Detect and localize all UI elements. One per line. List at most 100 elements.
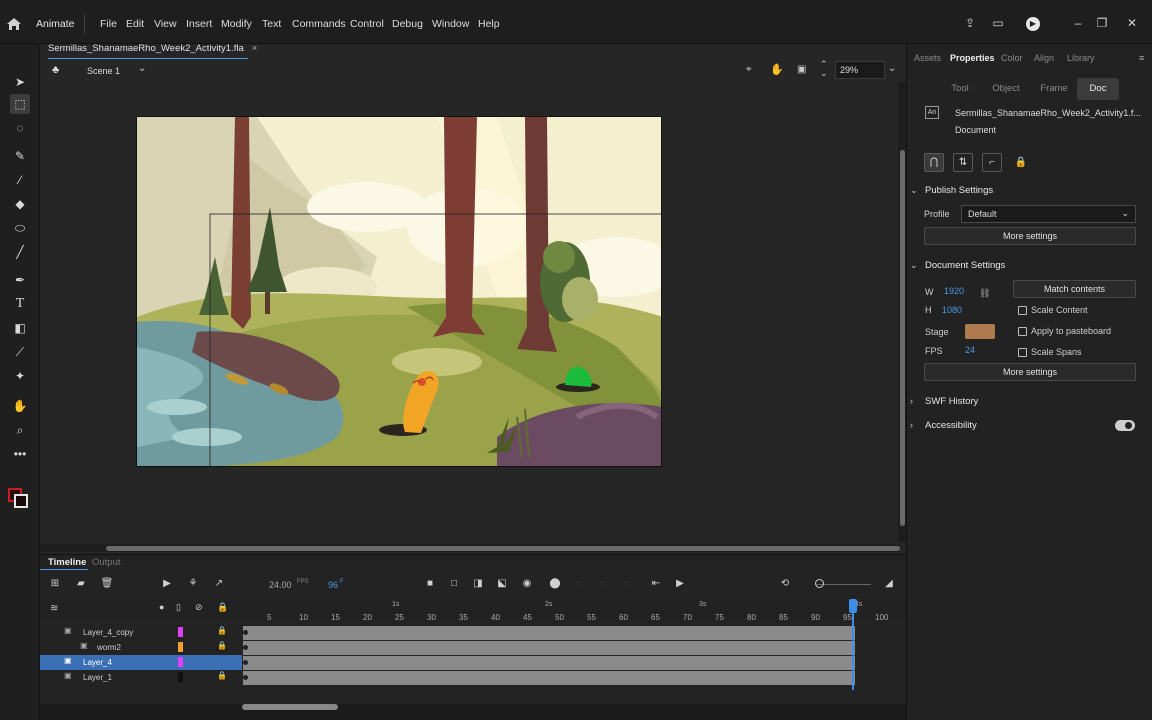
fps-field[interactable]: 24 — [965, 345, 975, 355]
visibility-icon[interactable]: ⊘ — [195, 602, 203, 613]
scale-spans-checkbox[interactable] — [1018, 348, 1027, 357]
scene-label[interactable]: Scene 1 — [87, 66, 120, 76]
subtab-doc[interactable]: Doc — [1077, 78, 1119, 100]
frame-span[interactable] — [243, 641, 855, 655]
frame-ruler[interactable]: 5 10 15 20 25 30 35 40 45 50 55 60 65 70 75 80 85 90 95 100 — [243, 611, 903, 625]
tab-align[interactable]: Align — [1034, 53, 1054, 63]
vscroll-thumb[interactable] — [900, 150, 905, 526]
subtab-object[interactable]: Object — [987, 78, 1025, 100]
new-layer-icon[interactable]: ⊞ — [48, 577, 62, 591]
lock-icon[interactable]: 🔒 — [217, 626, 227, 635]
vertical-scrollbar[interactable] — [898, 82, 906, 542]
zoom-stepper-icon[interactable]: ⌃ ⌄ — [820, 60, 828, 78]
menu-edit[interactable]: Edit — [126, 18, 144, 30]
doc-more-settings-button[interactable]: More settings — [924, 363, 1136, 381]
accessibility-header[interactable]: › Accessibility — [910, 420, 977, 431]
center-stage-icon[interactable]: ⌖ — [746, 64, 752, 75]
snap-icon[interactable]: ⋂ — [924, 153, 944, 172]
close-window-icon[interactable]: ✕ — [1124, 15, 1140, 31]
scale-content-checkbox[interactable] — [1018, 306, 1027, 315]
oval-tool-icon[interactable]: ⬭ — [10, 218, 30, 238]
insert-frame-icon[interactable]: ◨ — [471, 577, 485, 591]
test-movie-icon[interactable]: ▶ — [1026, 17, 1040, 31]
lasso-tool-icon[interactable]: ◌ — [10, 118, 30, 138]
menu-text[interactable]: Text — [262, 18, 281, 30]
width-value[interactable]: 1920 — [944, 286, 964, 296]
share-icon[interactable]: ⇪ — [962, 15, 978, 31]
paint-brush-tool-icon[interactable]: ✎ — [10, 146, 30, 166]
rotate-stage-icon[interactable]: ✋ — [770, 63, 784, 76]
publish-more-settings-button[interactable]: More settings — [924, 227, 1136, 245]
close-tab-icon[interactable]: × — [252, 43, 258, 54]
layer-row[interactable]: ▣ Layer_4 — [40, 655, 242, 670]
hand-tool-icon[interactable]: ✋ — [10, 396, 30, 416]
layer-row[interactable]: ▣ Layer_1 🔒 — [40, 670, 242, 685]
document-settings-header[interactable]: ⌄ Document Settings — [910, 260, 1005, 271]
layer-name[interactable]: Layer_4_copy — [83, 628, 133, 637]
edit-scene-icon[interactable]: ♣ — [52, 64, 59, 76]
lock-icon[interactable]: 🔒 — [217, 641, 227, 650]
profile-select[interactable]: Default ⌄ — [961, 205, 1136, 223]
frame-span[interactable] — [243, 671, 855, 685]
fps-value[interactable]: 24.00 — [269, 580, 292, 590]
tab-library[interactable]: Library — [1067, 53, 1095, 63]
menu-commands[interactable]: Commands — [292, 18, 346, 30]
onion-outline-icon[interactable]: ⬤ — [548, 577, 562, 591]
fill-color-swatch[interactable] — [14, 494, 28, 508]
hscroll-thumb[interactable] — [106, 546, 900, 551]
link-dimensions-icon[interactable]: ⛓ — [979, 288, 990, 299]
eraser-tool-icon[interactable]: ◆ — [10, 194, 30, 214]
layer-name[interactable]: worm2 — [97, 643, 121, 652]
go-to-first-icon[interactable]: ⇤ — [649, 577, 663, 591]
layer-row[interactable]: ▣ worm2 🔒 — [40, 640, 242, 655]
insert-blank-keyframe-icon[interactable]: □ — [447, 577, 461, 591]
frame-zoom-handle[interactable] — [815, 579, 824, 588]
zoom-field[interactable]: 29% — [835, 61, 885, 79]
menu-control[interactable]: Control — [350, 18, 384, 30]
chevron-down-icon[interactable]: ⌄ — [138, 63, 146, 74]
frame-span[interactable] — [243, 626, 855, 640]
new-folder-icon[interactable]: ▰ — [74, 577, 88, 591]
layer-name[interactable]: Layer_1 — [83, 673, 112, 682]
layer-row[interactable]: ▣ Layer_4_copy 🔒 — [40, 625, 242, 640]
zoom-dropdown-icon[interactable]: ⌄ — [888, 63, 896, 74]
swf-history-header[interactable]: › SWF History — [910, 396, 978, 407]
minimize-icon[interactable]: – — [1070, 15, 1086, 31]
play-icon[interactable]: ▶ — [673, 577, 687, 591]
timeline-scroll-thumb[interactable] — [242, 704, 338, 710]
onion-skin-icon[interactable]: ◉ — [520, 577, 534, 591]
menu-window[interactable]: Window — [432, 18, 469, 30]
playhead[interactable] — [852, 600, 854, 690]
menu-debug[interactable]: Debug — [392, 18, 423, 30]
keyframe-dot[interactable] — [243, 675, 248, 680]
tab-assets[interactable]: Assets — [914, 53, 941, 63]
paint-bucket-tool-icon[interactable]: ◧ — [10, 318, 30, 338]
current-frame[interactable]: 96 — [328, 580, 338, 590]
frame-zoom-slider[interactable] — [816, 584, 871, 585]
apply-pasteboard-checkbox[interactable] — [1018, 327, 1027, 336]
tab-color[interactable]: Color — [1001, 53, 1023, 63]
more-tools-icon[interactable]: ••• — [10, 444, 30, 464]
menu-file[interactable]: File — [100, 18, 117, 30]
line-tool-icon[interactable]: ╱ — [10, 242, 30, 262]
workspace-icon[interactable]: ▭ — [990, 15, 1006, 31]
clip-content-icon[interactable]: ▣ — [797, 64, 806, 75]
subtab-tool[interactable]: Tool — [945, 78, 975, 100]
pin-tool-icon[interactable]: ✦ — [10, 366, 30, 386]
menu-insert[interactable]: Insert — [186, 18, 212, 30]
free-transform-tool-icon[interactable]: ⬚ — [10, 94, 30, 114]
tab-properties[interactable]: Properties — [950, 53, 995, 63]
brush-tool-icon[interactable]: ⁄ — [10, 170, 30, 190]
subtab-frame[interactable]: Frame — [1034, 78, 1074, 100]
menu-help[interactable]: Help — [478, 18, 500, 30]
lock-all-icon[interactable]: 🔒 — [217, 602, 228, 613]
pen-tool-icon[interactable]: ✒ — [10, 270, 30, 290]
stage-color-swatch[interactable] — [965, 324, 995, 339]
lock-guides-icon[interactable]: 🔒 — [1011, 153, 1031, 172]
scale-frames-icon[interactable]: ◢ — [882, 577, 896, 591]
create-tween-icon[interactable]: ⬕ — [495, 577, 509, 591]
accessibility-toggle[interactable] — [1115, 420, 1135, 431]
match-contents-button[interactable]: Match contents — [1013, 280, 1136, 298]
keyframe-dot[interactable] — [243, 630, 248, 635]
edit-document-icon[interactable]: ⇅ — [953, 153, 973, 172]
